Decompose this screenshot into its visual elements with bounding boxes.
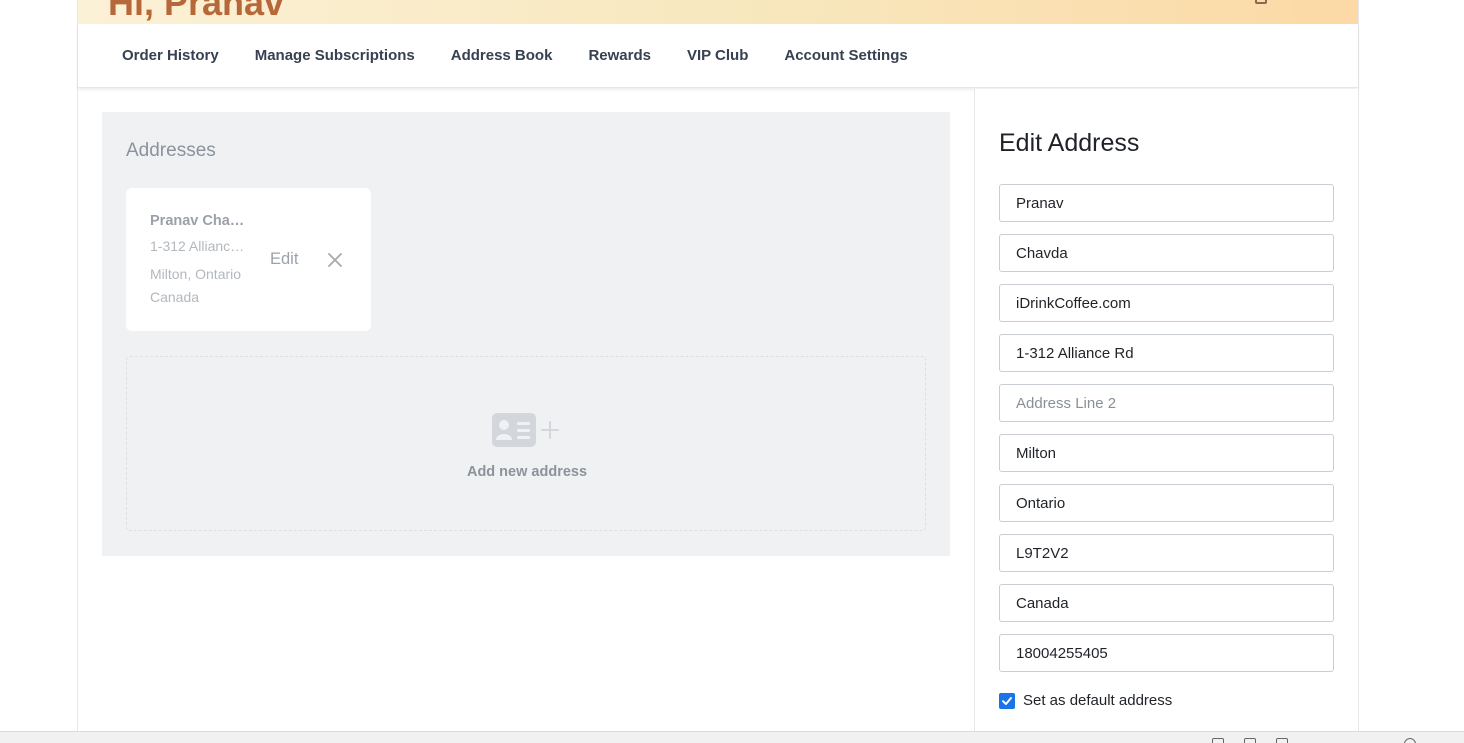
address-card: Pranav Chavda 1-312 Alliance Rd Milton, … xyxy=(126,188,371,331)
default-address-row: Set as default address xyxy=(999,692,1172,709)
add-new-address-button[interactable]: Add new address xyxy=(126,356,926,531)
address-card-plus-icon xyxy=(492,412,562,448)
nav-item-account-settings[interactable]: Account Settings xyxy=(784,47,907,64)
address-line2-field[interactable] xyxy=(999,384,1334,422)
address-line1: 1-312 Alliance Rd xyxy=(150,238,246,254)
nav-item-rewards[interactable]: Rewards xyxy=(588,47,651,64)
province-field[interactable] xyxy=(999,484,1334,522)
nav-item-vip-club[interactable]: VIP Club xyxy=(687,47,748,64)
address-line2: Milton, Ontario xyxy=(150,266,242,282)
default-address-label: Set as default address xyxy=(1023,692,1173,709)
default-address-checkbox[interactable] xyxy=(999,692,1015,709)
browser-bottom-bar xyxy=(0,731,1464,743)
country-field[interactable] xyxy=(999,584,1334,622)
profile-icon[interactable] xyxy=(1404,738,1416,743)
city-field[interactable] xyxy=(999,434,1334,472)
nav-item-address-book[interactable]: Address Book xyxy=(451,47,553,64)
page: Hi, Pranav Order History Manage Subscrip… xyxy=(0,0,1464,743)
account-nav: Order History Manage Subscriptions Addre… xyxy=(78,24,1358,88)
first-name-field[interactable] xyxy=(999,184,1334,222)
postal-code-field[interactable] xyxy=(999,534,1334,572)
window-icon[interactable] xyxy=(1244,738,1256,743)
address-country: Canada xyxy=(150,289,200,305)
greeting-heading: Hi, Pranav xyxy=(108,0,285,23)
hero-banner: Hi, Pranav xyxy=(78,0,1358,24)
nav-item-manage-subscriptions[interactable]: Manage Subscriptions xyxy=(255,47,415,64)
company-field[interactable] xyxy=(999,284,1334,322)
close-icon[interactable] xyxy=(326,251,344,269)
last-name-field[interactable] xyxy=(999,234,1334,272)
nav-item-order-history[interactable]: Order History xyxy=(122,47,219,64)
tab-icon[interactable] xyxy=(1276,738,1288,743)
phone-field[interactable] xyxy=(999,634,1334,672)
address-line1-field[interactable] xyxy=(999,334,1334,372)
extension-icon[interactable] xyxy=(1212,738,1224,743)
addresses-panel: Addresses Pranav Chavda 1-312 Alliance R… xyxy=(102,112,950,556)
edit-address-title: Edit Address xyxy=(999,129,1140,157)
add-new-address-label: Add new address xyxy=(466,464,588,480)
edit-address-panel: Edit Address Set as default address xyxy=(974,89,1358,731)
edit-address-button[interactable]: Edit xyxy=(270,250,298,269)
address-name: Pranav Chavda xyxy=(150,213,250,229)
addresses-title: Addresses xyxy=(126,140,216,161)
bag-icon[interactable] xyxy=(1255,0,1267,4)
